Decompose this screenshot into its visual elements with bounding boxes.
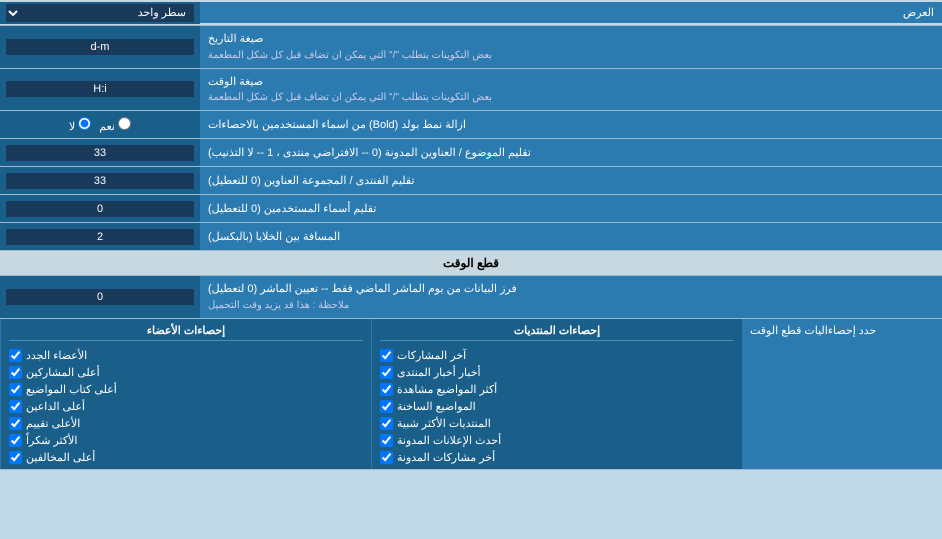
display-row: العرض سطر واحد سطرين ثلاثة أسطر	[0, 0, 942, 26]
stats-col-2: إحصاءات الأعضاء الأعضاء الجدد أعلى المشا…	[0, 319, 371, 469]
time-format-row: صيغة الوقت بعض التكوينات يتطلب "/" التي …	[0, 69, 942, 112]
bold-yes-label[interactable]: نعم	[99, 117, 131, 133]
cells-gap-input[interactable]	[6, 229, 194, 245]
cutoff-input[interactable]	[6, 289, 194, 305]
usernames-trim-label: تقليم أسماء المستخدمين (0 للتعطيل)	[200, 195, 942, 222]
col1-check-0[interactable]	[380, 349, 393, 362]
col1-check-5[interactable]	[380, 434, 393, 447]
col2-check-5[interactable]	[9, 434, 22, 447]
check-item: الأعضاء الجدد	[9, 349, 363, 362]
check-item: أعلى المشاركين	[9, 366, 363, 379]
check-item: المواضيع الساخنة	[380, 400, 734, 413]
check-item: أعلى المخالفين	[9, 451, 363, 464]
cutoff-input-cell[interactable]	[0, 276, 200, 318]
check-item: أعلى كتاب المواضيع	[9, 383, 363, 396]
forum-trim-label: تقليم الفنتدى / المجموعة العناوين (0 للت…	[200, 167, 942, 194]
usernames-trim-input-cell[interactable]	[0, 195, 200, 222]
bold-no-label[interactable]: لا	[69, 117, 91, 133]
col2-check-4[interactable]	[9, 417, 22, 430]
check-item: أكثر المواضيع مشاهدة	[380, 383, 734, 396]
posts-order-input-cell[interactable]	[0, 139, 200, 166]
date-format-input-cell[interactable]	[0, 26, 200, 68]
check-item: أخبار أخبار المنتدى	[380, 366, 734, 379]
check-item: آخر المشاركات	[380, 349, 734, 362]
col1-check-2[interactable]	[380, 383, 393, 396]
bold-yes-radio[interactable]	[118, 117, 131, 130]
time-format-input-cell[interactable]	[0, 69, 200, 111]
col1-check-4[interactable]	[380, 417, 393, 430]
time-format-label: صيغة الوقت	[208, 74, 263, 91]
col1-check-3[interactable]	[380, 400, 393, 413]
date-format-note: بعض التكوينات يتطلب "/" التي يمكن ان تضا…	[208, 48, 492, 63]
col2-check-3[interactable]	[9, 400, 22, 413]
check-item: المنتديات الأكثر شبية	[380, 417, 734, 430]
posts-order-row: تقليم الموضوع / العناوين المدونة (0 -- ا…	[0, 139, 942, 167]
forum-trim-input-cell[interactable]	[0, 167, 200, 194]
check-item: أعلى الداعين	[9, 400, 363, 413]
check-item: الأكثر شكراً	[9, 434, 363, 447]
cells-gap-row: المسافة بين الخلايا (بالبكسل)	[0, 223, 942, 251]
date-format-label: صيغة التاريخ	[208, 31, 263, 48]
bold-no-radio[interactable]	[78, 117, 91, 130]
cutoff-row: فرز البيانات من يوم الماشر الماضي فقط --…	[0, 276, 942, 319]
date-format-row: صيغة التاريخ بعض التكوينات يتطلب "/" الت…	[0, 26, 942, 69]
cutoff-note: ملاحظة : هذا قد يزيد وقت التحميل	[208, 298, 349, 313]
time-format-label-cell: صيغة الوقت بعض التكوينات يتطلب "/" التي …	[200, 69, 942, 111]
stats-limit-label: حدد إحصاءاليات قطع الوقت	[742, 319, 942, 469]
bold-row: ازالة نمط بولد (Bold) من اسماء المستخدمي…	[0, 111, 942, 139]
date-format-input[interactable]	[6, 39, 194, 55]
usernames-trim-row: تقليم أسماء المستخدمين (0 للتعطيل)	[0, 195, 942, 223]
stats-col-1: إحصاءات المنتديات آخر المشاركات أخبار أخ…	[371, 319, 742, 469]
display-select[interactable]: سطر واحد سطرين ثلاثة أسطر	[6, 4, 194, 22]
col1-check-6[interactable]	[380, 451, 393, 464]
col1-check-1[interactable]	[380, 366, 393, 379]
check-item: الأعلى تقييم	[9, 417, 363, 430]
stats-checkboxes: إحصاءات المنتديات آخر المشاركات أخبار أخ…	[0, 319, 742, 469]
col2-check-6[interactable]	[9, 451, 22, 464]
cutoff-label-cell: فرز البيانات من يوم الماشر الماضي فقط --…	[200, 276, 942, 318]
cells-gap-label: المسافة بين الخلايا (بالبكسل)	[200, 223, 942, 250]
bold-radio-cell: نعم لا	[0, 111, 200, 138]
col2-check-2[interactable]	[9, 383, 22, 396]
cutoff-section-header: قطع الوقت	[0, 251, 942, 276]
display-select-cell[interactable]: سطر واحد سطرين ثلاثة أسطر	[0, 2, 200, 24]
cutoff-label: فرز البيانات من يوم الماشر الماضي فقط --…	[208, 281, 517, 298]
stats-section: حدد إحصاءاليات قطع الوقت إحصاءات المنتدي…	[0, 319, 942, 470]
cells-gap-input-cell[interactable]	[0, 223, 200, 250]
col1-header: إحصاءات المنتديات	[380, 324, 734, 341]
bold-label: ازالة نمط بولد (Bold) من اسماء المستخدمي…	[200, 111, 942, 138]
col2-check-1[interactable]	[9, 366, 22, 379]
time-format-note: بعض التكوينات يتطلب "/" التي يمكن ان تضا…	[208, 90, 492, 105]
forum-trim-input[interactable]	[6, 173, 194, 189]
col2-header: إحصاءات الأعضاء	[9, 324, 363, 341]
forum-trim-row: تقليم الفنتدى / المجموعة العناوين (0 للت…	[0, 167, 942, 195]
check-item: أحدث الإعلانات المدونة	[380, 434, 734, 447]
posts-order-input[interactable]	[6, 145, 194, 161]
time-format-input[interactable]	[6, 81, 194, 97]
cutoff-section-row: قطع الوقت	[0, 251, 942, 276]
check-item: أخر مشاركات المدونة	[380, 451, 734, 464]
col2-check-0[interactable]	[9, 349, 22, 362]
display-label: العرض	[200, 2, 942, 23]
usernames-trim-input[interactable]	[6, 201, 194, 217]
posts-order-label: تقليم الموضوع / العناوين المدونة (0 -- ا…	[200, 139, 942, 166]
date-format-label-cell: صيغة التاريخ بعض التكوينات يتطلب "/" الت…	[200, 26, 942, 68]
